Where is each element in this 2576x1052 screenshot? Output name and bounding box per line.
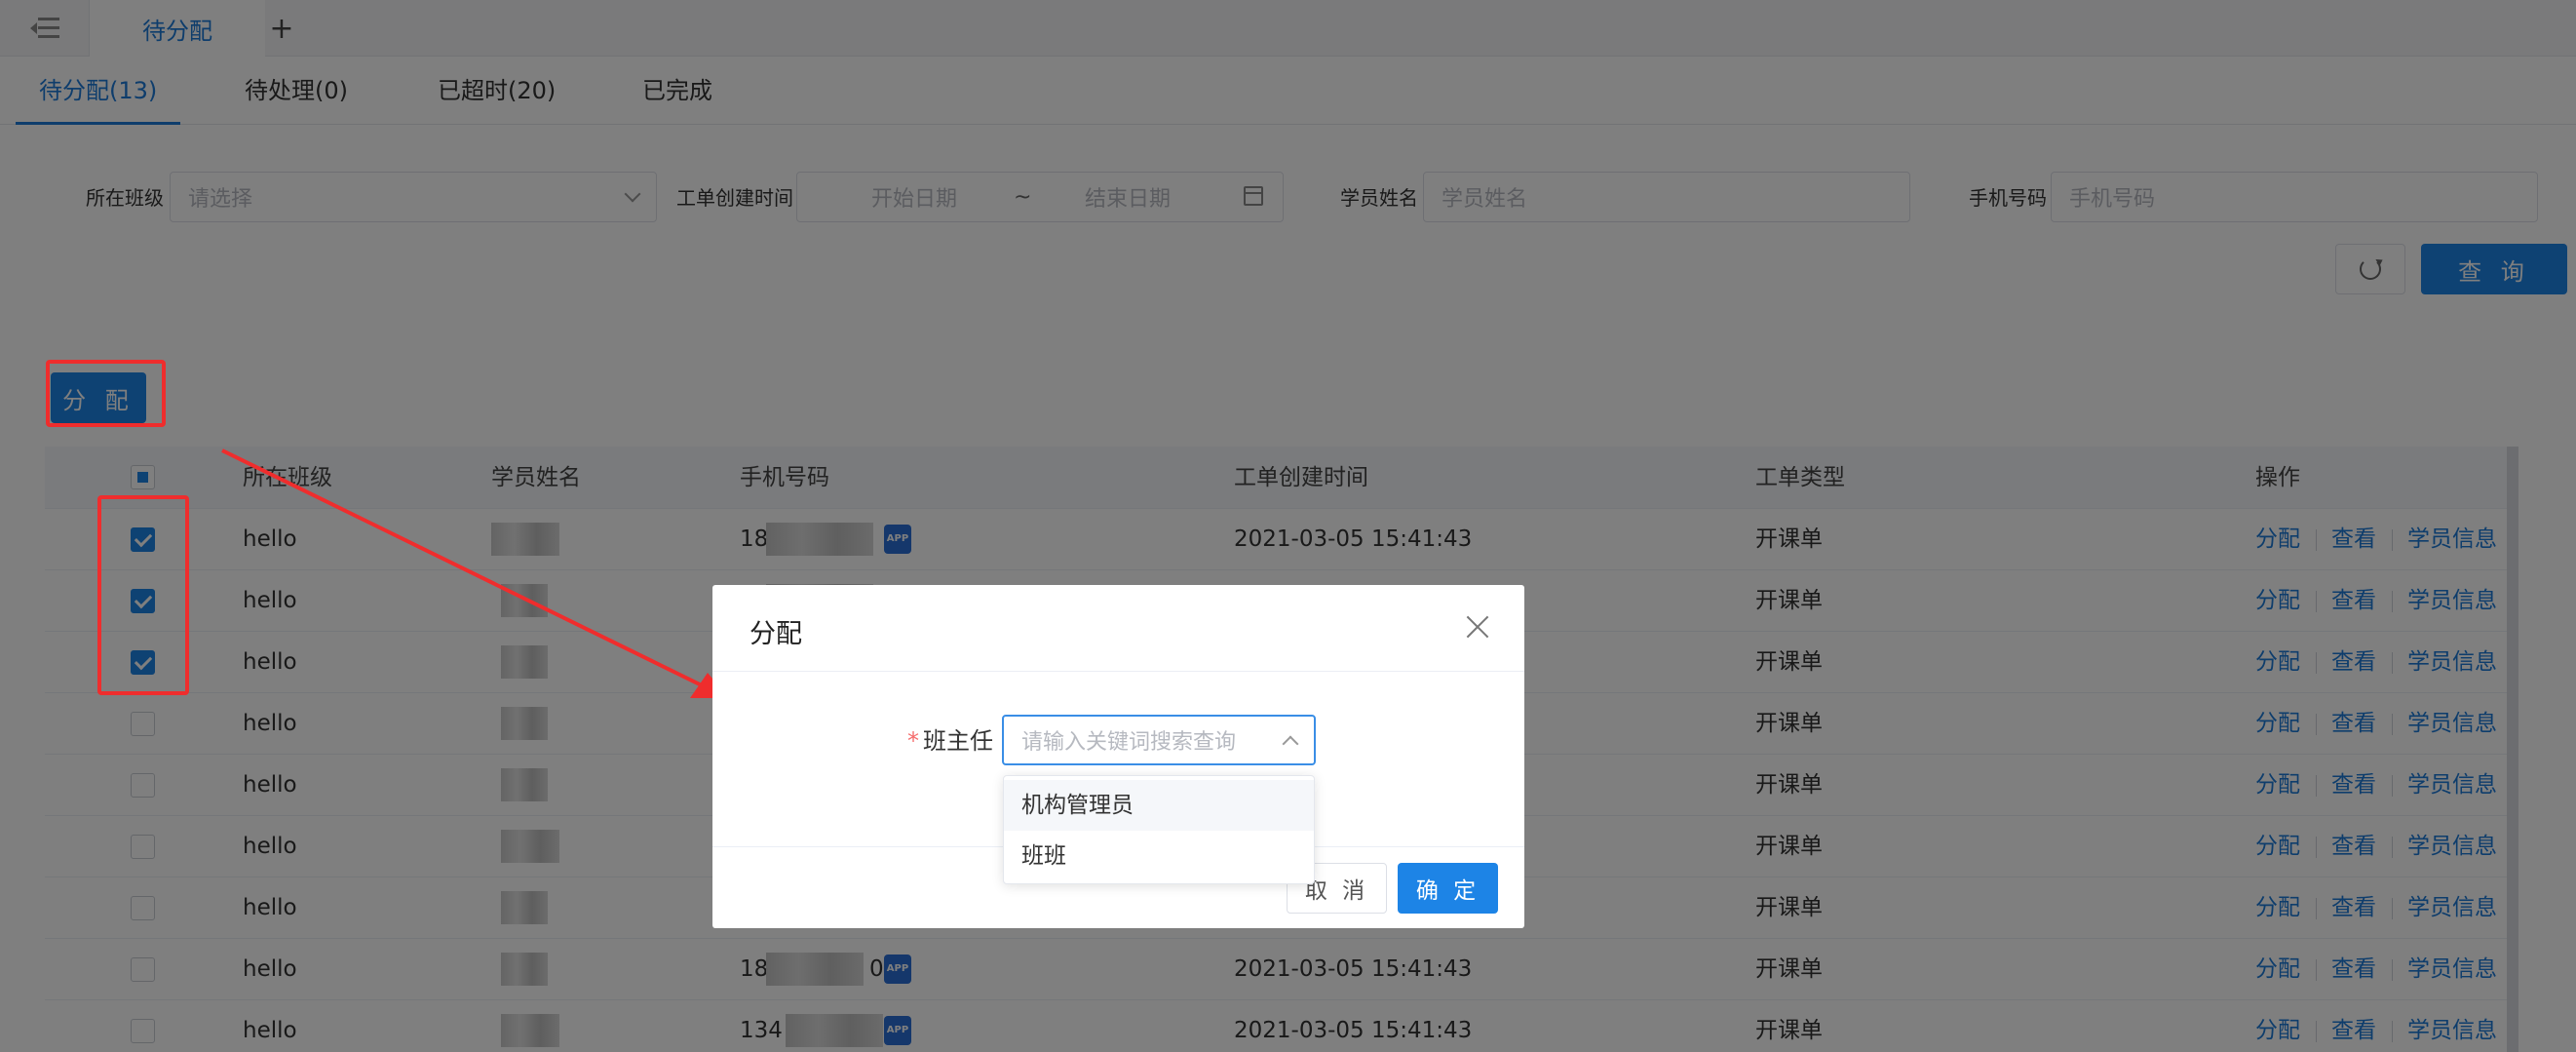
option-admin[interactable]: 机构管理员 [1004, 780, 1314, 831]
head-teacher-dropdown: 机构管理员 班班 [1003, 775, 1315, 884]
head-teacher-select[interactable]: 请输入关键词搜索查询 [1002, 715, 1316, 765]
head-teacher-label-text: 班主任 [923, 727, 993, 755]
annotation-box-checkboxes [97, 495, 189, 695]
confirm-button[interactable]: 确 定 [1398, 863, 1498, 914]
option-banban[interactable]: 班班 [1004, 831, 1314, 881]
head-teacher-label: * 班主任 [907, 721, 993, 756]
dialog-header-divider [712, 671, 1524, 672]
dialog-title: 分配 [750, 619, 802, 649]
chevron-up-icon [1282, 735, 1299, 753]
required-mark: * [907, 727, 919, 755]
annotation-box-assign [46, 360, 166, 427]
close-icon[interactable] [1465, 614, 1490, 640]
head-teacher-placeholder: 请输入关键词搜索查询 [1021, 730, 1237, 755]
